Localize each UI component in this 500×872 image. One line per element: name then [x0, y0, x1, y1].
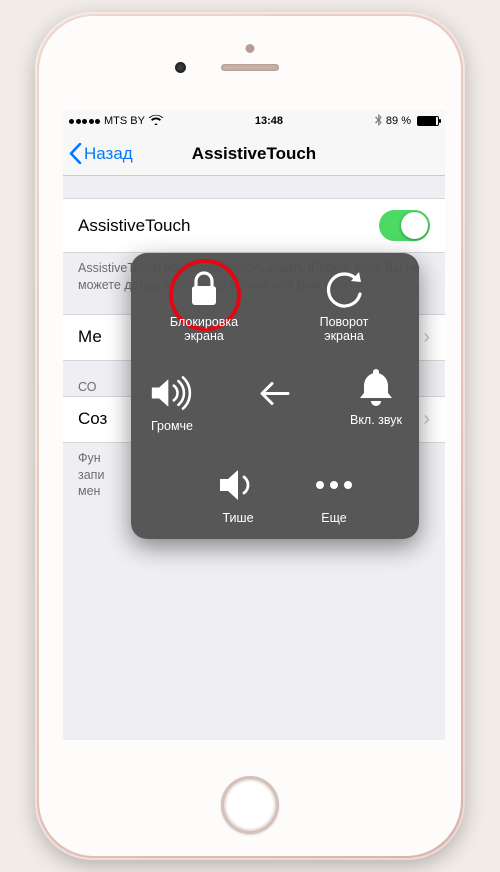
- at-volume-up[interactable]: Громче: [127, 371, 217, 433]
- navigation-bar: Назад AssistiveTouch: [63, 132, 445, 176]
- row-label: Ме: [78, 327, 102, 347]
- battery-pct: 89 %: [386, 115, 411, 127]
- chevron-right-icon: ›: [423, 408, 430, 431]
- signal-dots-icon: [69, 119, 100, 124]
- at-rotate-screen[interactable]: Поворот экрана: [299, 267, 389, 344]
- toggle-switch[interactable]: [379, 210, 430, 241]
- at-volume-down[interactable]: Тише: [193, 463, 283, 525]
- at-label: Вкл. звук: [331, 413, 421, 427]
- wifi-icon: [149, 114, 163, 128]
- battery-icon: [417, 116, 439, 126]
- volume-down-icon: [216, 463, 260, 507]
- bluetooth-icon: [375, 114, 382, 129]
- lock-icon: [182, 267, 226, 311]
- back-button[interactable]: Назад: [63, 143, 133, 164]
- phone-frame: MTS BY 13:48 89 % Наза: [35, 12, 465, 860]
- proximity-sensor: [246, 44, 255, 53]
- status-bar: MTS BY 13:48 89 %: [63, 110, 445, 132]
- assistivetouch-panel: Блокировка экрана Поворот экрана Громче: [131, 253, 419, 539]
- assistivetouch-toggle-row[interactable]: AssistiveTouch: [63, 198, 445, 253]
- back-label: Назад: [84, 144, 133, 164]
- rotate-icon: [322, 267, 366, 311]
- at-label: Громче: [127, 419, 217, 433]
- at-lock-screen[interactable]: Блокировка экрана: [159, 267, 249, 344]
- more-icon: [312, 463, 356, 507]
- home-button[interactable]: [221, 776, 279, 834]
- at-label: Еще: [289, 511, 379, 525]
- carrier-label: MTS BY: [104, 115, 145, 127]
- chevron-right-icon: ›: [423, 326, 430, 349]
- volume-up-icon: [150, 371, 194, 415]
- chevron-left-icon: [69, 143, 82, 164]
- clock: 13:48: [255, 115, 283, 127]
- at-label: Тише: [193, 511, 283, 525]
- row-label: Соз: [78, 409, 107, 429]
- at-more[interactable]: Еще: [289, 463, 379, 525]
- phone-bezel: MTS BY 13:48 89 % Наза: [39, 16, 461, 856]
- earpiece: [221, 64, 279, 71]
- at-label: Поворот экрана: [299, 315, 389, 344]
- front-camera: [175, 62, 186, 73]
- at-sound-on[interactable]: Вкл. звук: [331, 365, 421, 427]
- bell-icon: [354, 365, 398, 409]
- arrow-left-icon: [260, 382, 290, 406]
- row-label: AssistiveTouch: [78, 216, 190, 236]
- at-label: Блокировка экрана: [159, 315, 249, 344]
- at-back-button[interactable]: [260, 382, 290, 411]
